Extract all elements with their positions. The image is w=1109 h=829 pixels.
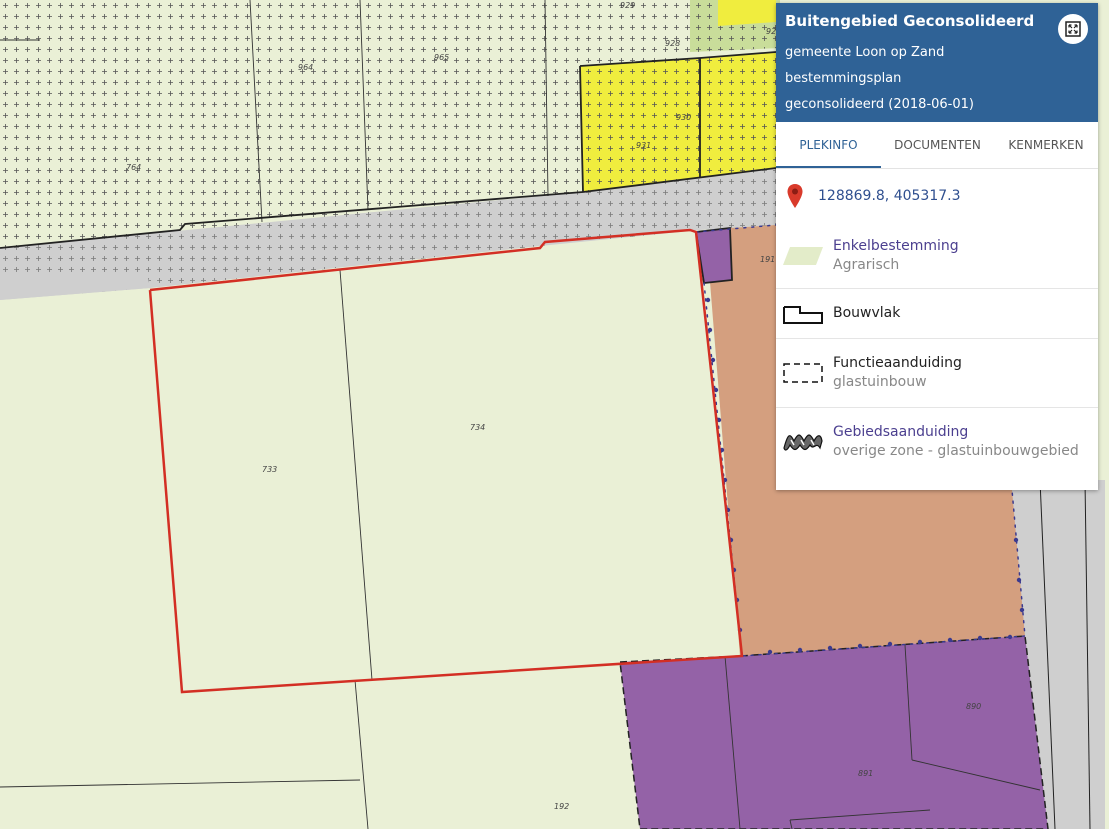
legend-label: Gebiedsaanduiding	[833, 424, 969, 440]
legend-sublabel: glastuinbouw	[833, 374, 927, 390]
legend-item-gebiedsaanduiding[interactable]: Gebiedsaanduiding overige zone - glastui…	[776, 407, 1098, 476]
tab-kenmerken[interactable]: KENMERKEN	[994, 122, 1098, 168]
parcel-label: 92	[766, 27, 776, 36]
hatched-zone-icon	[783, 434, 823, 451]
coordinates-text: 128869.8, 405317.3	[818, 188, 961, 204]
expand-button[interactable]	[1058, 14, 1088, 44]
parcel-label: 928	[665, 39, 680, 48]
map-pin-icon	[787, 184, 803, 208]
parcel-label: 733	[262, 465, 277, 474]
parcel-label: 929	[620, 1, 635, 10]
legend-label: Bouwvlak	[833, 305, 901, 321]
tab-plekinfo[interactable]: PLEKINFO	[776, 122, 881, 168]
parcel-label: 191	[760, 255, 775, 264]
dashed-rectangle-icon	[783, 363, 823, 383]
zone-yellow-topright	[718, 0, 776, 26]
bouwvlak-outline-icon	[783, 305, 823, 324]
legend-label: Functieaanduiding	[833, 355, 962, 371]
parcel-label: 764	[126, 163, 141, 172]
plan-info-panel: Buitengebied Geconsolideerd gemeente Loo…	[776, 3, 1098, 490]
parcel-label: 890	[966, 702, 981, 711]
legend-sublabel: Agrarisch	[833, 256, 900, 273]
legend-item-functieaanduiding[interactable]: Functieaanduiding glastuinbouw	[776, 338, 1098, 407]
tab-documenten[interactable]: DOCUMENTEN	[881, 122, 994, 168]
agrarisch-swatch-icon	[783, 246, 823, 265]
parcel-label: 192	[554, 802, 569, 811]
legend-sublabel: overige zone - glastuinbouwgebied	[833, 443, 1079, 459]
legend-item-bouwvlak[interactable]: Bouwvlak	[776, 288, 1098, 338]
location-row: 128869.8, 405317.3	[776, 169, 1098, 223]
parcel-label: 964	[298, 63, 313, 72]
plan-status-text: geconsolideerd (2018-06-01)	[785, 97, 974, 112]
parcel-label: 965	[434, 53, 449, 62]
expand-icon	[1065, 21, 1081, 37]
parcel-label: 930	[676, 113, 691, 122]
municipality-text: gemeente Loon op Zand	[785, 45, 945, 60]
legend-label: Enkelbestemming	[833, 237, 959, 254]
legend-item-enkelbestemming[interactable]: Enkelbestemming Agrarisch	[776, 223, 1098, 288]
parcel-label: 891	[858, 769, 873, 778]
panel-header: Buitengebied Geconsolideerd gemeente Loo…	[776, 3, 1098, 122]
panel-tabs: PLEKINFO DOCUMENTEN KENMERKEN	[776, 122, 1098, 169]
plan-type-text: bestemmingsplan	[785, 71, 902, 86]
parcel-label: 734	[470, 423, 485, 432]
parcel-label: 931	[636, 141, 651, 150]
plan-title: Buitengebied Geconsolideerd	[785, 12, 1035, 30]
zone-purple-bottom	[620, 636, 1048, 829]
